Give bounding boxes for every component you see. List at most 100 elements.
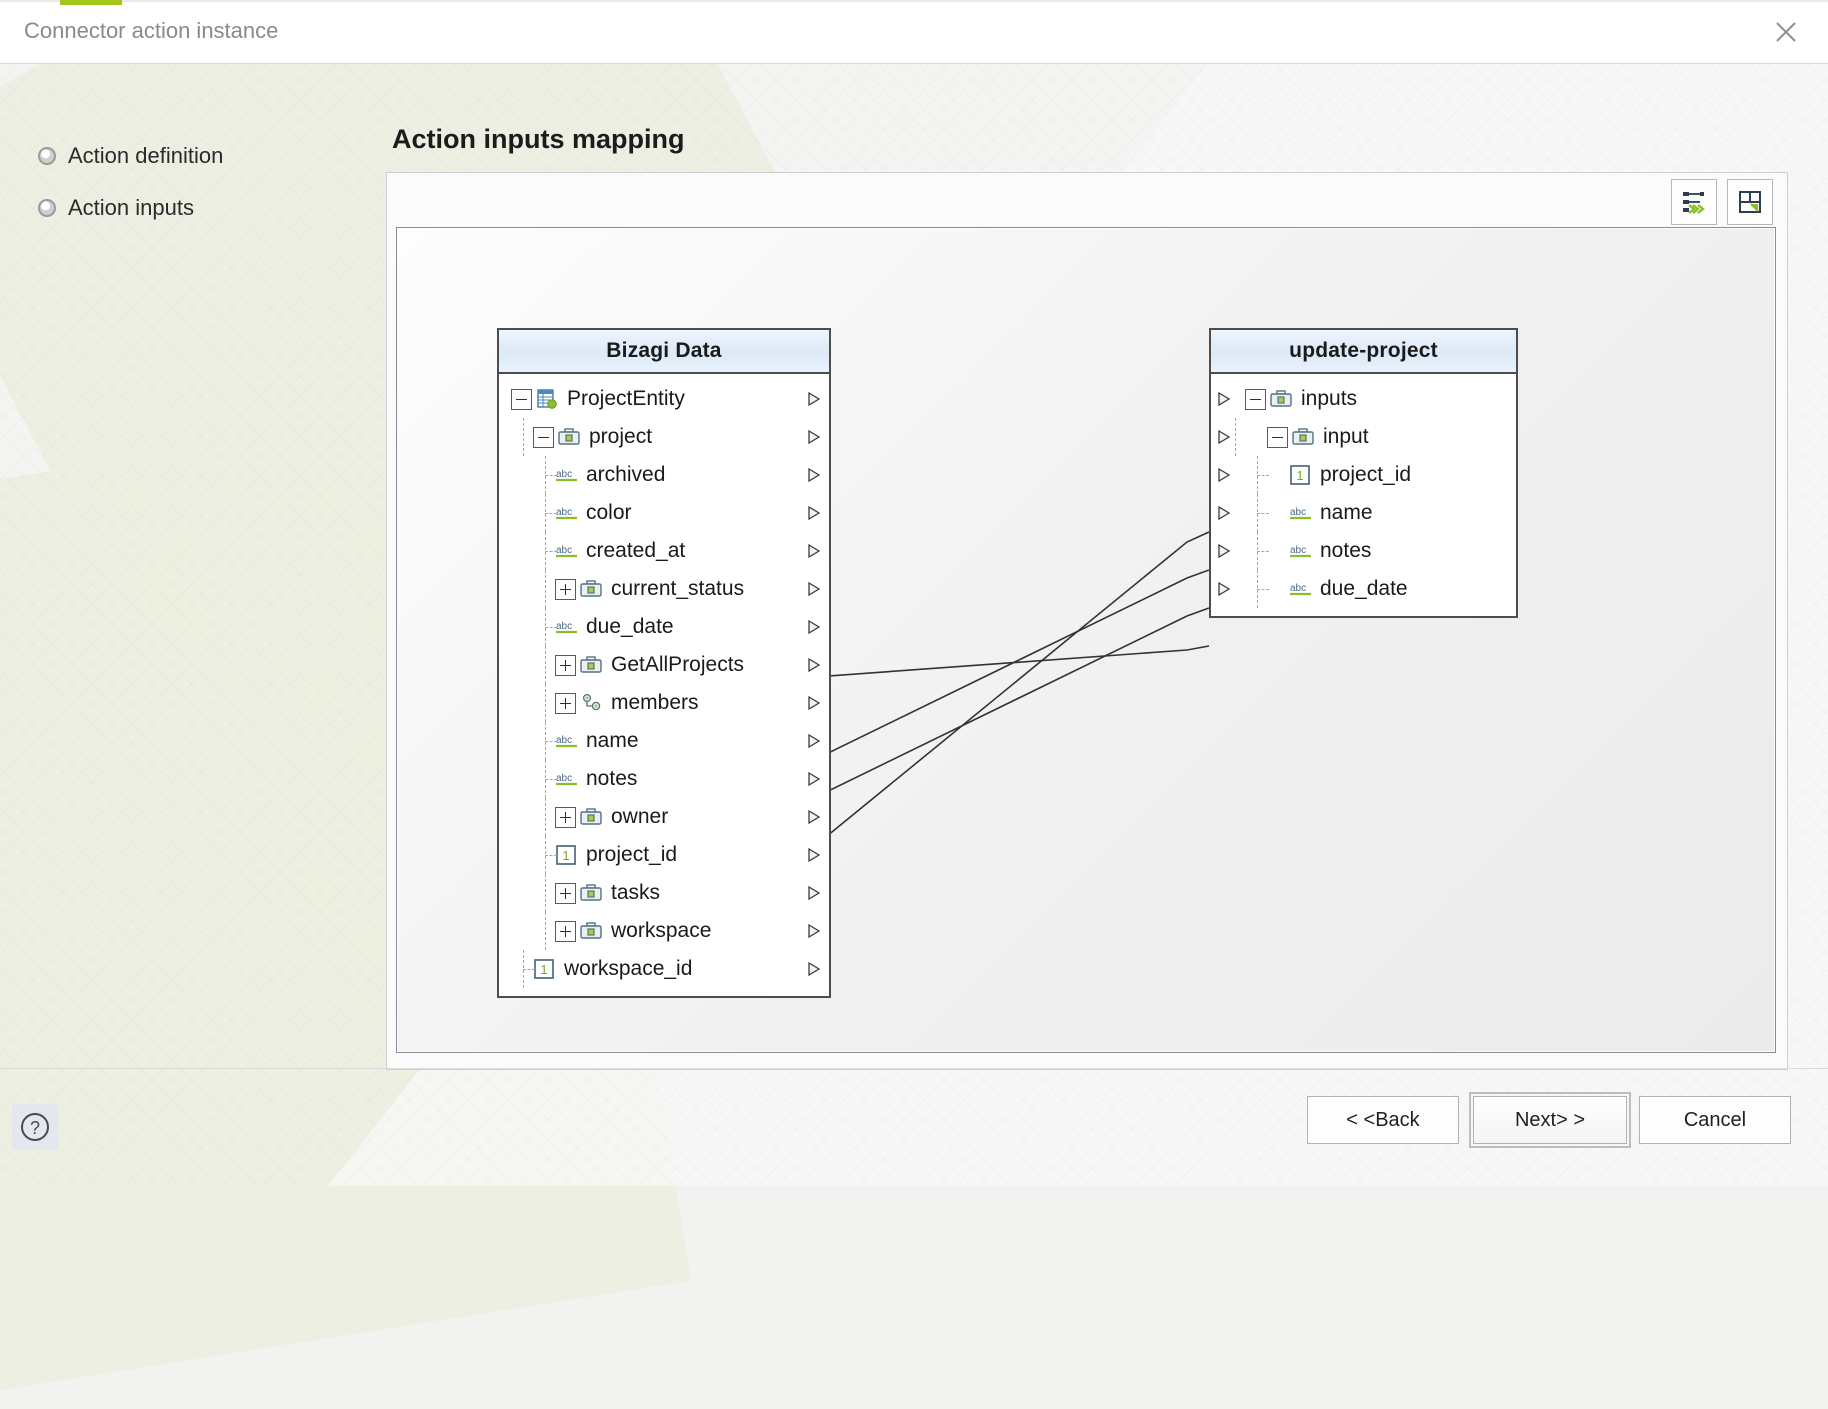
cancel-button[interactable]: Cancel xyxy=(1639,1096,1791,1144)
tree-row-label: workspace_id xyxy=(564,957,693,980)
mapping-port-out[interactable] xyxy=(805,428,823,446)
tree-row[interactable]: abc notes xyxy=(1211,532,1516,570)
mapping-port-out[interactable] xyxy=(805,542,823,560)
tree-expander-plus-icon[interactable] xyxy=(555,920,576,942)
mapping-toolbar xyxy=(1671,179,1773,225)
tree-row[interactable]: abc name xyxy=(1211,494,1516,532)
svg-text:abc: abc xyxy=(556,735,572,746)
mapping-port-out[interactable] xyxy=(805,466,823,484)
mapping-port-out[interactable] xyxy=(805,922,823,940)
svg-text:1: 1 xyxy=(562,848,569,863)
mapping-canvas[interactable]: Bizagi Data ProjectEntity project abc archi… xyxy=(396,227,1776,1053)
tree-guide-elbow xyxy=(545,779,557,780)
mapping-port-in[interactable] xyxy=(1215,428,1233,446)
tree-row[interactable]: owner xyxy=(499,798,829,836)
tree-expander-plus-icon[interactable] xyxy=(555,692,576,714)
mapping-port-out[interactable] xyxy=(805,884,823,902)
sidebar-item-label: Action inputs xyxy=(68,195,194,220)
tree-row-label: archived xyxy=(586,463,666,486)
tree-row[interactable]: current_status xyxy=(499,570,829,608)
object-case-icon xyxy=(580,655,604,675)
sidebar-item-action-definition[interactable]: Action definition xyxy=(0,130,380,182)
tree-row[interactable]: inputs xyxy=(1211,380,1516,418)
tree-guide-line xyxy=(545,798,546,836)
mapping-port-out[interactable] xyxy=(805,580,823,598)
source-tree-panel: Bizagi Data ProjectEntity project abc archi… xyxy=(497,328,831,998)
window-title: Connector action instance xyxy=(24,18,279,43)
tree-row[interactable]: 1 project_id xyxy=(499,836,829,874)
mapping-port-in[interactable] xyxy=(1215,390,1233,408)
mapping-port-out[interactable] xyxy=(805,732,823,750)
mapping-port-out[interactable] xyxy=(805,808,823,826)
tree-row-label: color xyxy=(586,501,632,524)
tree-row[interactable]: 1 workspace_id xyxy=(499,950,829,988)
mapping-port-out[interactable] xyxy=(805,846,823,864)
object-case-icon xyxy=(580,807,604,827)
tree-expander-minus-icon[interactable] xyxy=(1245,388,1266,410)
tree-row[interactable]: abc due_date xyxy=(1211,570,1516,608)
mapping-port-out[interactable] xyxy=(805,618,823,636)
object-case-icon xyxy=(558,427,582,447)
tree-expander-plus-icon[interactable] xyxy=(555,806,576,828)
tree-row[interactable]: ProjectEntity xyxy=(499,380,829,418)
tree-row[interactable]: 1 project_id xyxy=(1211,456,1516,494)
tree-row[interactable]: tasks xyxy=(499,874,829,912)
tree-row[interactable]: abc created_at xyxy=(499,532,829,570)
tree-row[interactable]: project xyxy=(499,418,829,456)
sidebar-item-action-inputs[interactable]: Action inputs xyxy=(0,182,380,234)
tree-row[interactable]: abc color xyxy=(499,494,829,532)
page-title: Action inputs mapping xyxy=(392,124,685,154)
next-button[interactable]: Next> > xyxy=(1469,1092,1631,1148)
tree-row[interactable]: GetAllProjects xyxy=(499,646,829,684)
svg-text:abc: abc xyxy=(1290,507,1306,518)
tree-row[interactable]: abc due_date xyxy=(499,608,829,646)
target-tree-rows: inputs input 1 project_id abc name abc notes abc… xyxy=(1211,374,1516,616)
back-button[interactable]: < <Back xyxy=(1307,1096,1459,1144)
mapping-content-panel: Bizagi Data ProjectEntity project abc archi… xyxy=(386,172,1788,1070)
mapping-port-out[interactable] xyxy=(805,960,823,978)
mapping-port-in[interactable] xyxy=(1215,542,1233,560)
fit-screen-icon[interactable] xyxy=(1727,179,1773,225)
close-icon[interactable] xyxy=(1760,10,1812,54)
target-panel-title: update-project xyxy=(1289,339,1438,362)
mapping-port-in[interactable] xyxy=(1215,466,1233,484)
mapping-port-out[interactable] xyxy=(805,770,823,788)
tree-row-label: due_date xyxy=(586,615,674,638)
help-icon[interactable]: ? xyxy=(12,1104,58,1150)
radio-bullet-icon xyxy=(38,147,56,165)
mapping-port-out[interactable] xyxy=(805,656,823,674)
tree-expander-plus-icon[interactable] xyxy=(555,578,576,600)
titlebar-top-rule xyxy=(0,0,1828,2)
mapping-port-in[interactable] xyxy=(1215,504,1233,522)
svg-text:1: 1 xyxy=(540,962,547,977)
tree-expander-plus-icon[interactable] xyxy=(555,654,576,676)
tree-guide-elbow xyxy=(545,855,557,856)
tree-row[interactable]: abc notes xyxy=(499,760,829,798)
mapping-port-out[interactable] xyxy=(805,504,823,522)
tree-expander-minus-icon[interactable] xyxy=(1267,426,1288,448)
abc-text-icon: abc xyxy=(555,541,579,561)
auto-map-icon[interactable] xyxy=(1671,179,1717,225)
tree-expander-plus-icon[interactable] xyxy=(555,882,576,904)
tree-row-label: workspace xyxy=(611,919,712,942)
mapping-port-out[interactable] xyxy=(805,390,823,408)
abc-text-icon: abc xyxy=(555,503,579,523)
mapping-port-in[interactable] xyxy=(1215,580,1233,598)
tree-row[interactable]: abc archived xyxy=(499,456,829,494)
object-case-icon xyxy=(580,883,604,903)
number-one-icon: 1 xyxy=(533,959,557,979)
tree-row-label: inputs xyxy=(1301,387,1358,410)
svg-text:abc: abc xyxy=(556,773,572,784)
object-case-icon xyxy=(580,921,604,941)
tree-row[interactable]: workspace xyxy=(499,912,829,950)
mapping-port-out[interactable] xyxy=(805,694,823,712)
abc-text-icon: abc xyxy=(555,617,579,637)
tree-expander-minus-icon[interactable] xyxy=(511,388,532,410)
tree-row[interactable]: abc name xyxy=(499,722,829,760)
tree-row[interactable]: input xyxy=(1211,418,1516,456)
tree-row[interactable]: members xyxy=(499,684,829,722)
svg-text:abc: abc xyxy=(556,469,572,480)
tree-guide-line xyxy=(545,570,546,608)
svg-text:1: 1 xyxy=(1296,468,1303,483)
tree-expander-minus-icon[interactable] xyxy=(533,426,554,448)
